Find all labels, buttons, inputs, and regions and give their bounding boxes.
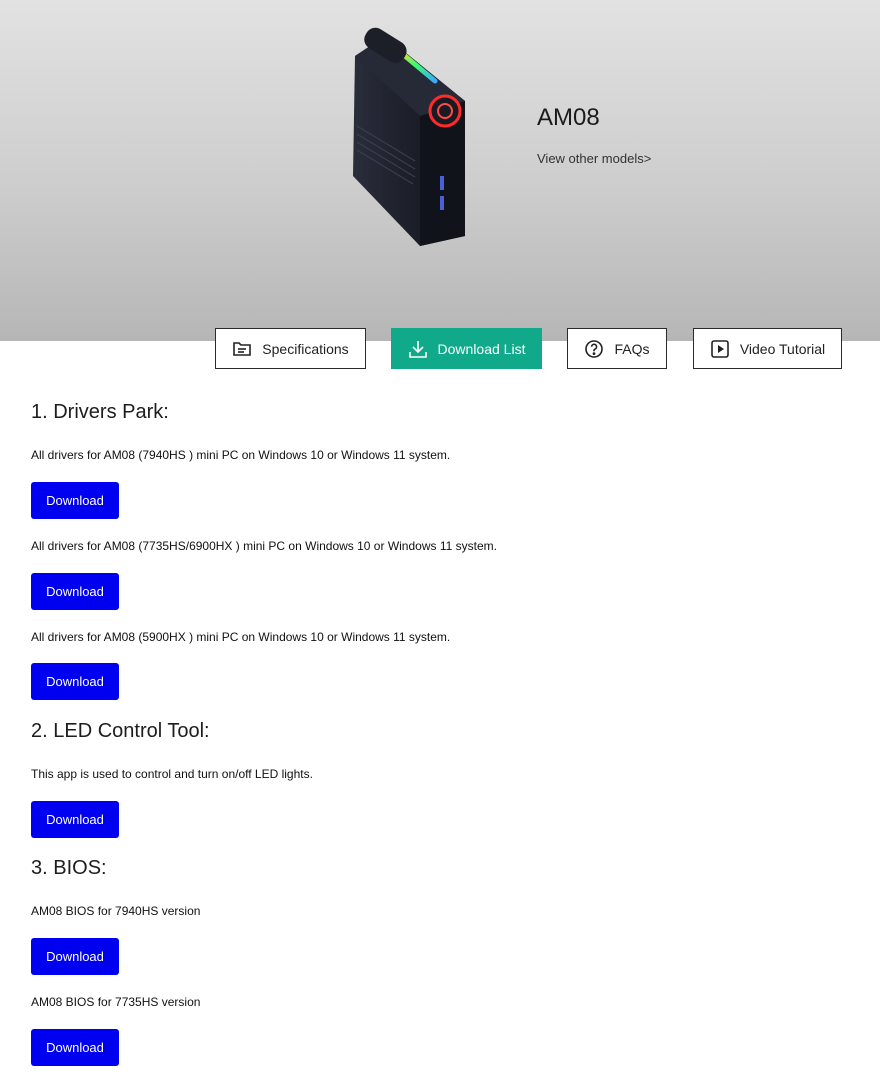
section-title-drivers-park: 1. Drivers Park:	[31, 401, 169, 423]
tab-download-list[interactable]: Download List	[391, 328, 542, 369]
download-icon	[408, 339, 428, 359]
model-title: AM08	[537, 104, 600, 131]
download-button[interactable]: Download	[31, 938, 119, 975]
item-description: All drivers for AM08 (5900HX ) mini PC o…	[31, 630, 451, 644]
section-title-bios: 3. BIOS:	[31, 857, 107, 879]
item-description: All drivers for AM08 (7940HS ) mini PC o…	[31, 448, 451, 462]
download-button[interactable]: Download	[31, 482, 119, 519]
item-description: AM08 BIOS for 7940HS version	[31, 904, 201, 918]
play-square-icon	[710, 339, 730, 359]
download-button[interactable]: Download	[31, 801, 119, 838]
question-circle-icon	[584, 339, 604, 359]
download-button[interactable]: Download	[31, 1029, 119, 1066]
product-hero: AM08 View other models>	[0, 0, 880, 341]
tab-faqs[interactable]: FAQs	[567, 328, 667, 369]
tab-label: Specifications	[262, 340, 349, 357]
section-title-led-control-tool: 2. LED Control Tool:	[31, 720, 210, 742]
tab-video-tutorial[interactable]: Video Tutorial	[693, 328, 842, 369]
item-description: This app is used to control and turn on/…	[31, 767, 313, 781]
tab-label: Download List	[437, 340, 526, 357]
tab-label: Video Tutorial	[739, 340, 826, 357]
tab-label: FAQs	[614, 340, 650, 357]
document-folder-icon	[232, 340, 252, 358]
item-description: AM08 BIOS for 7735HS version	[31, 995, 201, 1009]
download-button[interactable]: Download	[31, 573, 119, 610]
download-button[interactable]: Download	[31, 663, 119, 700]
view-other-models-link[interactable]: View other models>	[537, 151, 651, 166]
mini-pc-product-image	[353, 27, 465, 246]
tab-specifications[interactable]: Specifications	[215, 328, 366, 369]
item-description: All drivers for AM08 (7735HS/6900HX ) mi…	[31, 539, 497, 553]
